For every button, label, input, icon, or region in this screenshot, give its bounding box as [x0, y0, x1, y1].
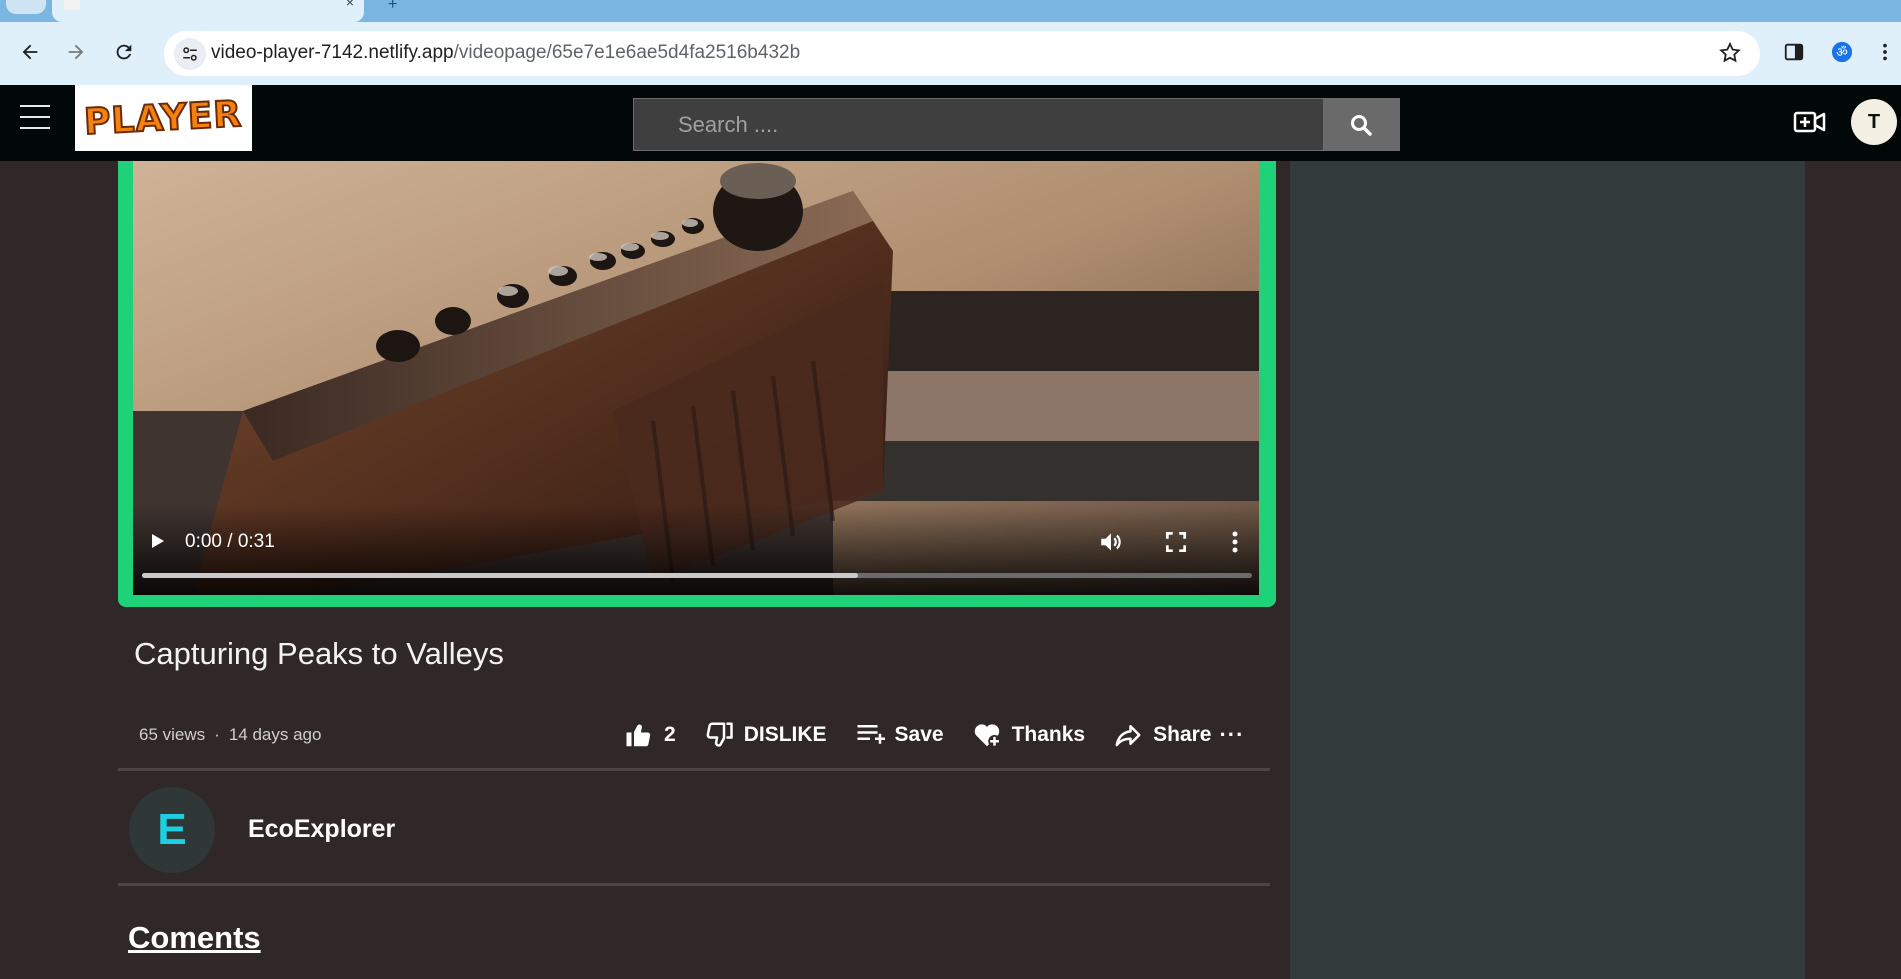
new-tab-icon[interactable]: + [388, 0, 397, 14]
progress-bar-fill [142, 573, 858, 578]
tab-close-icon[interactable]: × [346, 0, 354, 10]
hamburger-menu-icon[interactable] [20, 102, 50, 132]
site-info-icon [183, 47, 197, 61]
share-button[interactable]: Share [1113, 720, 1211, 750]
comments-heading: Coments [128, 920, 261, 955]
dislike-button[interactable]: DISLIKE [704, 720, 827, 750]
forward-button[interactable] [56, 32, 96, 72]
view-count: 65 views [139, 725, 206, 744]
channel-name[interactable]: EcoExplorer [248, 815, 395, 844]
create-video-button[interactable] [1793, 107, 1827, 137]
channel-avatar[interactable]: E [129, 787, 215, 873]
play-button[interactable] [145, 529, 169, 553]
browser-menu-icon [1883, 43, 1887, 61]
browser-menu-button[interactable] [1870, 32, 1900, 72]
url-text[interactable]: video-player-7142.netlify.app/videopage/… [211, 42, 800, 64]
bookmark-star-button[interactable] [1718, 41, 1742, 70]
time-display: 0:00 / 0:31 [185, 531, 275, 552]
address-bar[interactable]: video-player-7142.netlify.app/videopage/… [164, 31, 1760, 76]
side-panel-button[interactable] [1774, 32, 1814, 72]
heart-plus-icon [974, 724, 1001, 748]
logo-text: PLAYER [82, 92, 244, 143]
forward-icon [68, 44, 84, 60]
share-label: Share [1153, 723, 1212, 746]
save-button[interactable]: Save [855, 720, 944, 750]
tab-favicon-icon [64, 0, 80, 10]
divider [118, 883, 1270, 886]
logo[interactable]: PLAYER [75, 85, 252, 151]
thanks-button[interactable]: Thanks [972, 720, 1086, 750]
url-host: video-player-7142.netlify.app [211, 42, 454, 63]
volume-icon [1101, 533, 1121, 551]
search-input[interactable] [634, 99, 1322, 150]
playlist-add-icon [857, 725, 885, 744]
thumbs-up-icon [626, 724, 651, 747]
play-icon [152, 534, 164, 548]
like-button[interactable]: 2 [624, 720, 676, 750]
search-button[interactable] [1323, 99, 1399, 150]
app-header: PLAYER T [0, 85, 1901, 161]
video-controls: 0:00 / 0:31 [133, 505, 1259, 595]
more-actions-button[interactable]: ··· [1219, 722, 1244, 748]
meta-separator: · [214, 725, 220, 744]
divider [118, 768, 1270, 771]
kebab-menu-icon [1232, 531, 1238, 553]
side-panel-icon [1784, 43, 1804, 61]
fullscreen-icon [1165, 531, 1187, 553]
url-path: /videopage/65e7e1e6ae5d4fa2516b432b [453, 42, 801, 63]
reload-icon [116, 44, 132, 60]
browser-tabstrip: × + [0, 0, 1901, 22]
like-count: 2 [664, 723, 676, 746]
thumbs-down-icon [706, 722, 733, 747]
site-info-button[interactable] [174, 38, 206, 70]
video-player[interactable]: 0:00 / 0:31 [133, 161, 1259, 595]
svg-text:ॐ: ॐ [1836, 46, 1848, 61]
thanks-label: Thanks [1011, 723, 1086, 746]
progress-bar[interactable] [142, 573, 1252, 578]
video-title: Capturing Peaks to Valleys [134, 636, 504, 671]
video-options-button[interactable] [1228, 529, 1242, 555]
video-camera-add-icon [1793, 111, 1826, 133]
extension-button[interactable]: ॐ [1822, 32, 1862, 72]
side-recommendations-panel [1290, 161, 1805, 979]
search-icon [1351, 114, 1372, 136]
video-meta: 65 views · 14 days ago [139, 725, 321, 745]
dislike-label: DISLIKE [743, 723, 827, 746]
save-label: Save [894, 723, 944, 746]
fullscreen-button[interactable] [1163, 529, 1189, 555]
browser-tab-active[interactable]: × [52, 0, 364, 22]
share-arrow-icon [1115, 725, 1141, 747]
search-bar [633, 98, 1400, 151]
extension-om-icon: ॐ [1831, 41, 1853, 63]
volume-button[interactable] [1098, 529, 1124, 555]
upload-age: 14 days ago [228, 725, 322, 744]
video-actions: 2 DISLIKE Save Thanks Share ··· [624, 718, 1244, 752]
reload-button[interactable] [104, 32, 144, 72]
user-avatar[interactable]: T [1851, 99, 1897, 145]
back-button[interactable] [10, 32, 50, 72]
tab-search-button[interactable] [6, 0, 46, 14]
browser-toolbar: video-player-7142.netlify.app/videopage/… [0, 22, 1901, 85]
back-icon [22, 44, 38, 60]
bookmark-star-icon [1719, 41, 1741, 63]
